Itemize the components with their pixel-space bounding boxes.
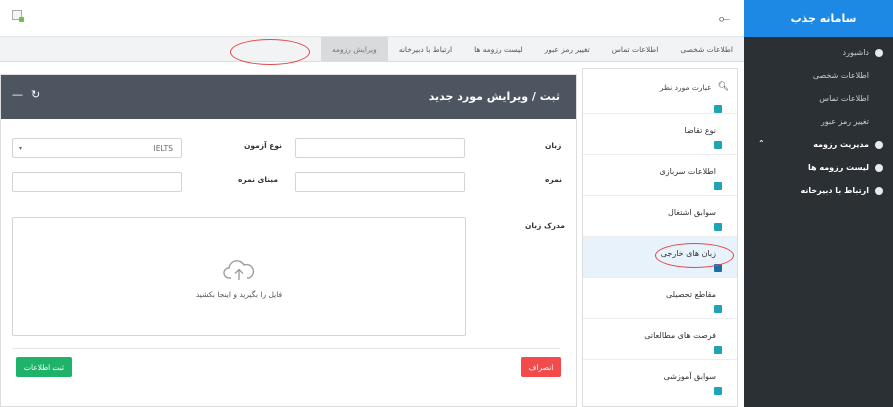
sidebar-item-label: ارتباط با دبیرخانه	[800, 186, 869, 195]
exam-type-value: IELTS	[153, 143, 173, 153]
sidebar-item-label: لیست رزومه ها	[808, 163, 869, 172]
list-item-label: سوابق آموزشی	[663, 372, 716, 381]
list-item[interactable]: سوابق اشتغال	[583, 195, 737, 236]
badge-icon	[714, 141, 722, 149]
resume-icon	[875, 140, 883, 149]
chevron-down-icon: ▾	[19, 144, 23, 152]
list-item-label: زبان های خارجی	[660, 249, 716, 258]
language-label: زبان	[545, 141, 562, 150]
sidebar-item-resume-list[interactable]: لیست رزومه ها	[744, 156, 893, 179]
list-item[interactable]: اطلاعات سربازی	[583, 154, 737, 195]
form-card: ثبت / ویرایش مورد جدید — ↻ زبان نوع آزمو…	[0, 74, 577, 407]
badge-icon	[714, 387, 722, 395]
list-item[interactable]: فرصت های مطالعاتی	[583, 318, 737, 359]
tab-edit-resume[interactable]: ویرایش رزومه	[320, 37, 388, 61]
language-input[interactable]	[295, 138, 465, 158]
badge-icon	[714, 305, 722, 313]
score-base-label: مبنای نمره	[238, 175, 279, 184]
top-bar: ⟜	[0, 0, 744, 37]
sidebar-item-contact-info[interactable]: اطلاعات تماس	[744, 87, 893, 110]
cancel-button[interactable]: انصراف	[521, 357, 561, 377]
badge-icon	[714, 346, 722, 354]
tab-secretariat[interactable]: ارتباط با دبیرخانه	[388, 37, 463, 61]
list-icon	[875, 163, 883, 172]
contact-icon	[875, 186, 883, 195]
sidebar-item-label: اطلاعات تماس	[819, 94, 869, 103]
sidebar-toggle-icon[interactable]: ⟜	[719, 11, 730, 27]
file-dropzone[interactable]: فایل را بگیرید و اینجا بکشید	[12, 217, 466, 336]
minimize-icon[interactable]: —	[12, 88, 23, 101]
list-item-label: نوع تقاضا	[684, 126, 716, 135]
score-input[interactable]	[295, 172, 465, 192]
search-box[interactable]: 🔍︎ عبارت مورد نظر	[583, 69, 737, 105]
card-header: ثبت / ویرایش مورد جدید — ↻	[1, 75, 576, 119]
tab-resume-list[interactable]: لیست رزومه ها	[463, 37, 534, 61]
score-base-input[interactable]	[12, 172, 182, 192]
badge-icon	[714, 223, 722, 231]
list-item-label: مقاطع تحصیلی	[666, 290, 716, 299]
chevron-up-icon: ⌃	[758, 139, 765, 148]
sidebar-item-label: اطلاعات شخصی	[812, 71, 869, 80]
divider	[12, 348, 560, 349]
badge-icon	[714, 182, 722, 190]
tab-bar: اطلاعات شخصی اطلاعات تماس تغییر رمز عبور…	[0, 37, 744, 62]
exam-type-select[interactable]: ▾ IELTS	[12, 138, 182, 158]
section-list-panel: 🔍︎ عبارت مورد نظر نوع تقاضا اطلاعات سربا…	[582, 68, 738, 407]
tab-change-password[interactable]: تغییر رمز عبور	[534, 37, 601, 61]
sidebar-item-personal-info[interactable]: اطلاعات شخصی	[744, 64, 893, 87]
save-button[interactable]: ثبت اطلاعات	[16, 357, 72, 377]
list-item-label: اطلاعات سربازی	[659, 167, 716, 176]
badge-icon	[714, 105, 722, 113]
tab-contact-info[interactable]: اطلاعات تماس	[601, 37, 670, 61]
search-icon: 🔍︎	[717, 82, 729, 92]
sidebar-item-change-password[interactable]: تغییر رمز عبور	[744, 110, 893, 133]
list-item-label: سوابق اشتغال	[668, 208, 716, 217]
card-title: ثبت / ویرایش مورد جدید	[428, 90, 560, 103]
list-item[interactable]: مقاطع تحصیلی	[583, 277, 737, 318]
badge-icon	[714, 264, 722, 272]
list-item-selected[interactable]: زبان های خارجی	[583, 236, 737, 277]
sidebar-item-label: داشبورد	[842, 48, 869, 57]
sidebar-item-label: تغییر رمز عبور	[820, 117, 869, 126]
refresh-icon[interactable]: ↻	[31, 88, 40, 101]
sidebar-item-secretariat[interactable]: ارتباط با دبیرخانه	[744, 179, 893, 202]
sidebar-item-label: مدیریت رزومه	[813, 140, 869, 149]
exam-type-label: نوع آزمون	[244, 141, 282, 150]
list-item[interactable]	[583, 105, 737, 113]
dropzone-text: فایل را بگیرید و اینجا بکشید	[195, 290, 283, 299]
certificate-label: مدرک زبان	[525, 221, 565, 230]
sidebar-nav: داشبورد اطلاعات شخصی اطلاعات تماس تغییر …	[744, 37, 893, 202]
list-item-label: فرصت های مطالعاتی	[644, 331, 716, 340]
cloud-upload-icon	[223, 260, 255, 280]
sidebar: سامانه جذب داشبورد اطلاعات شخصی اطلاعات …	[744, 0, 893, 407]
list-item[interactable]: نوع تقاضا	[583, 113, 737, 154]
search-input[interactable]: عبارت مورد نظر	[660, 83, 712, 92]
dashboard-icon	[875, 48, 883, 57]
score-label: نمره	[545, 175, 562, 184]
tab-personal-info[interactable]: اطلاعات شخصی	[669, 37, 744, 61]
brand-title: سامانه جذب	[744, 0, 893, 37]
broken-image-icon	[12, 10, 24, 22]
sidebar-item-resume-management[interactable]: مدیریت رزومه ⌃	[744, 133, 893, 156]
sidebar-item-dashboard[interactable]: داشبورد	[744, 41, 893, 64]
list-item[interactable]: سوابق آموزشی	[583, 359, 737, 400]
